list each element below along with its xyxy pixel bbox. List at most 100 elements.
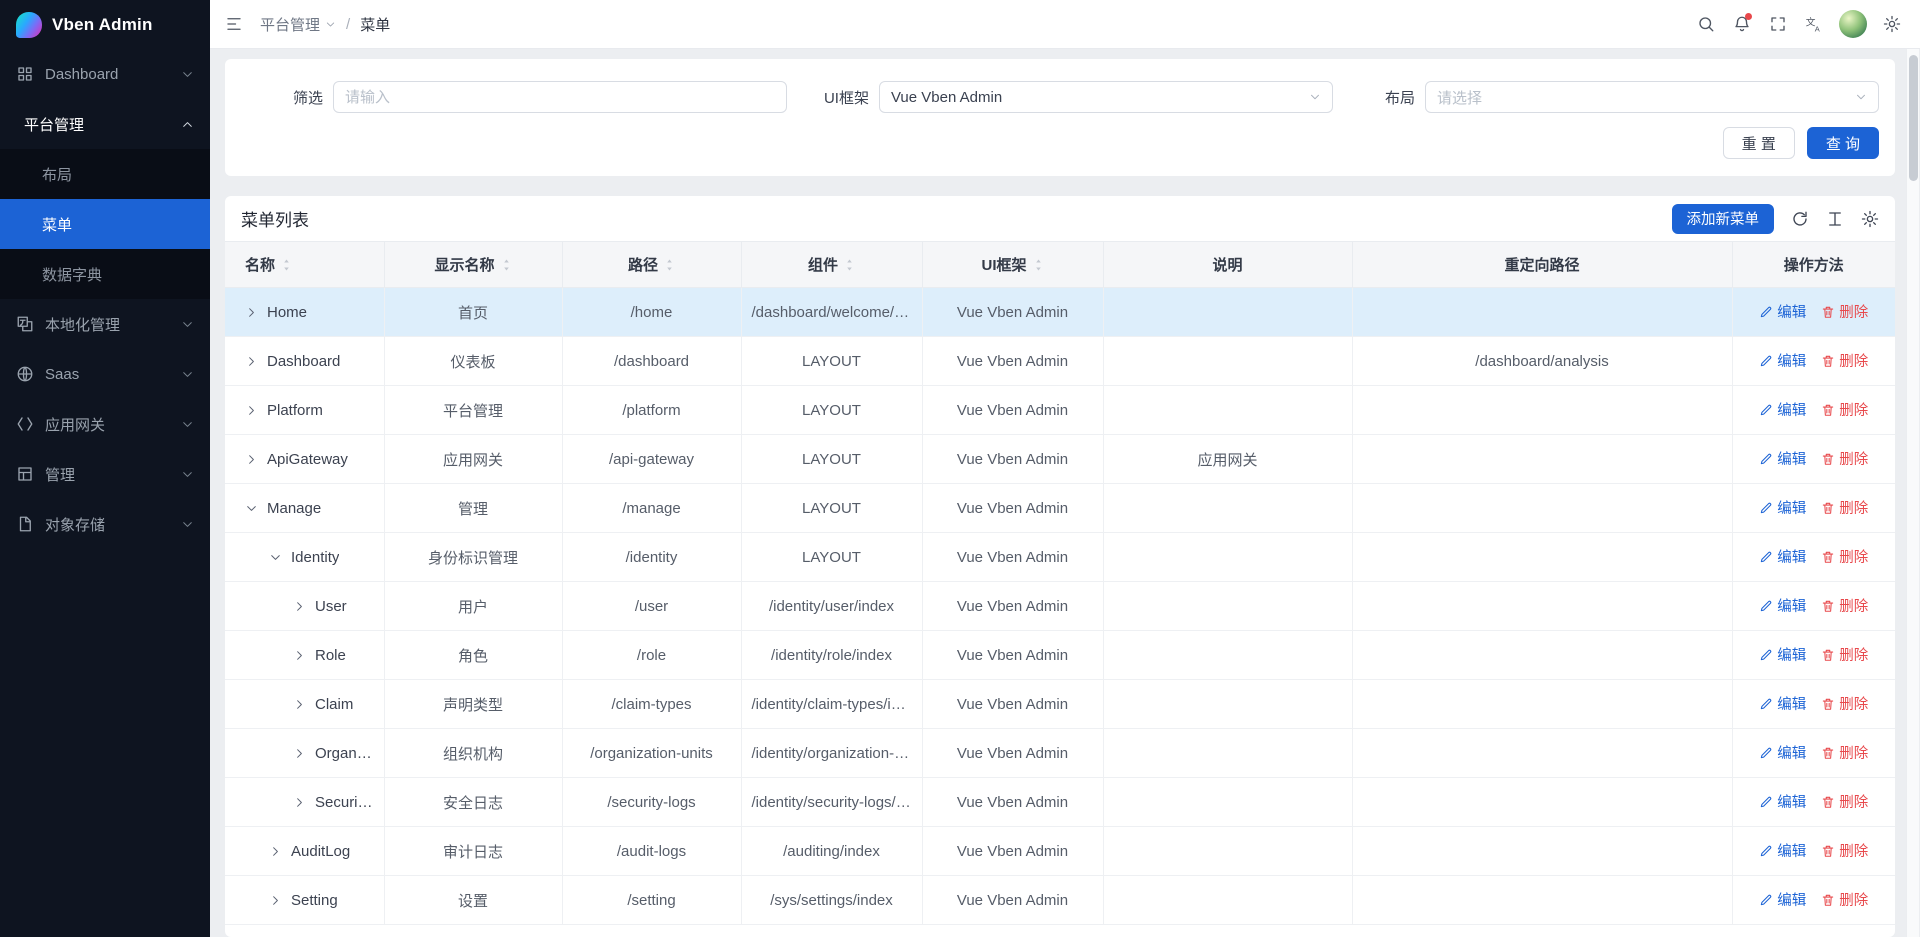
sidebar-item-layout[interactable]: 布局 bbox=[0, 149, 210, 199]
delete-button[interactable]: 删除 bbox=[1821, 693, 1868, 714]
sort-icon[interactable] bbox=[1033, 258, 1044, 272]
framework-select[interactable]: Vue Vben Admin bbox=[879, 81, 1333, 113]
chevron-right-icon[interactable] bbox=[293, 796, 306, 809]
chevron-right-icon[interactable] bbox=[293, 649, 306, 662]
delete-button[interactable]: 删除 bbox=[1821, 889, 1868, 910]
chevron-right-icon[interactable] bbox=[269, 894, 282, 907]
cell-name: Identity bbox=[225, 533, 384, 582]
row-height-icon[interactable] bbox=[1826, 210, 1844, 228]
cell-component: LAYOUT bbox=[741, 484, 922, 533]
scrollbar-thumb[interactable] bbox=[1909, 55, 1918, 181]
sidebar-item-localization[interactable]: 本地化管理 bbox=[0, 299, 210, 349]
edit-button[interactable]: 编辑 bbox=[1759, 742, 1806, 763]
delete-button[interactable]: 删除 bbox=[1821, 399, 1868, 420]
column-header-component[interactable]: 组件 bbox=[741, 242, 922, 288]
delete-button[interactable]: 删除 bbox=[1821, 301, 1868, 322]
cell-name: Setting bbox=[225, 876, 384, 925]
table-row: Identity身份标识管理/identityLAYOUTVue Vben Ad… bbox=[225, 533, 1895, 582]
sidebar-item-data-dictionary[interactable]: 数据字典 bbox=[0, 249, 210, 299]
cell-actions: 编辑删除 bbox=[1732, 533, 1895, 582]
cell-ui-framework: Vue Vben Admin bbox=[922, 778, 1103, 827]
breadcrumb-parent[interactable]: 平台管理 bbox=[260, 14, 336, 35]
column-header-display-name[interactable]: 显示名称 bbox=[384, 242, 562, 288]
cell-component: LAYOUT bbox=[741, 386, 922, 435]
search-button[interactable] bbox=[1688, 0, 1724, 49]
column-header-path[interactable]: 路径 bbox=[562, 242, 741, 288]
filter-input[interactable] bbox=[333, 81, 787, 113]
table-settings-icon[interactable] bbox=[1861, 210, 1879, 228]
cell-display-name: 安全日志 bbox=[384, 778, 562, 827]
breadcrumb-current[interactable]: 菜单 bbox=[360, 14, 390, 35]
column-header-ui-framework[interactable]: UI框架 bbox=[922, 242, 1103, 288]
chevron-right-icon[interactable] bbox=[245, 355, 258, 368]
table-row: AuditLog审计日志/audit-logs/auditing/indexVu… bbox=[225, 827, 1895, 876]
logo[interactable]: Vben Admin bbox=[0, 0, 210, 49]
chevron-right-icon[interactable] bbox=[293, 698, 306, 711]
delete-button[interactable]: 删除 bbox=[1821, 644, 1868, 665]
notifications-button[interactable] bbox=[1724, 0, 1760, 49]
edit-button[interactable]: 编辑 bbox=[1759, 448, 1806, 469]
edit-button[interactable]: 编辑 bbox=[1759, 399, 1806, 420]
sort-icon[interactable] bbox=[281, 258, 292, 272]
edit-button[interactable]: 编辑 bbox=[1759, 497, 1806, 518]
avatar[interactable] bbox=[1839, 10, 1867, 38]
cell-path: /audit-logs bbox=[562, 827, 741, 876]
edit-button[interactable]: 编辑 bbox=[1759, 644, 1806, 665]
delete-button[interactable]: 删除 bbox=[1821, 546, 1868, 567]
sort-icon[interactable] bbox=[844, 258, 855, 272]
sidebar-item-saas[interactable]: Saas bbox=[0, 349, 210, 399]
sidebar-collapse-button[interactable] bbox=[216, 0, 252, 49]
edit-button[interactable]: 编辑 bbox=[1759, 791, 1806, 812]
sort-icon[interactable] bbox=[501, 258, 512, 272]
reset-button[interactable]: 重 置 bbox=[1723, 127, 1795, 159]
edit-button[interactable]: 编辑 bbox=[1759, 301, 1806, 322]
chevron-right-icon[interactable] bbox=[293, 747, 306, 760]
cell-name: ApiGateway bbox=[225, 435, 384, 484]
chevron-right-icon[interactable] bbox=[245, 404, 258, 417]
edit-button[interactable]: 编辑 bbox=[1759, 693, 1806, 714]
delete-button[interactable]: 删除 bbox=[1821, 791, 1868, 812]
delete-button[interactable]: 删除 bbox=[1821, 595, 1868, 616]
sidebar-item-dashboard[interactable]: Dashboard bbox=[0, 49, 210, 99]
chevron-right-icon[interactable] bbox=[293, 600, 306, 613]
chevron-right-icon[interactable] bbox=[269, 845, 282, 858]
edit-button[interactable]: 编辑 bbox=[1759, 595, 1806, 616]
window-scrollbar[interactable] bbox=[1906, 49, 1919, 937]
column-header-name[interactable]: 名称 bbox=[225, 242, 384, 288]
delete-button[interactable]: 删除 bbox=[1821, 497, 1868, 518]
cell-actions: 编辑删除 bbox=[1732, 876, 1895, 925]
delete-button[interactable]: 删除 bbox=[1821, 840, 1868, 861]
delete-button[interactable]: 删除 bbox=[1821, 350, 1868, 371]
edit-button[interactable]: 编辑 bbox=[1759, 840, 1806, 861]
edit-button[interactable]: 编辑 bbox=[1759, 889, 1806, 910]
chevron-right-icon[interactable] bbox=[245, 453, 258, 466]
trash-icon bbox=[1821, 844, 1835, 858]
trash-icon bbox=[1821, 893, 1835, 907]
sort-icon[interactable] bbox=[664, 258, 675, 272]
delete-button[interactable]: 删除 bbox=[1821, 742, 1868, 763]
cell-path: /setting bbox=[562, 876, 741, 925]
chevron-down-icon[interactable] bbox=[269, 551, 282, 564]
refresh-icon[interactable] bbox=[1791, 210, 1809, 228]
add-menu-button[interactable]: 添加新菜单 bbox=[1672, 204, 1775, 234]
query-button[interactable]: 查 询 bbox=[1807, 127, 1879, 159]
edit-button[interactable]: 编辑 bbox=[1759, 350, 1806, 371]
cell-description bbox=[1103, 337, 1352, 386]
cell-ui-framework: Vue Vben Admin bbox=[922, 288, 1103, 337]
sidebar-item-platform-management[interactable]: 平台管理 bbox=[0, 99, 210, 149]
sidebar-item-api-gateway[interactable]: 应用网关 bbox=[0, 399, 210, 449]
sidebar-item-menu[interactable]: 菜单 bbox=[0, 199, 210, 249]
chevron-down-icon bbox=[1309, 91, 1321, 103]
delete-button[interactable]: 删除 bbox=[1821, 448, 1868, 469]
sidebar-item-manage[interactable]: 管理 bbox=[0, 449, 210, 499]
chevron-down-icon[interactable] bbox=[245, 502, 258, 515]
cell-path: /security-logs bbox=[562, 778, 741, 827]
pencil-icon bbox=[1759, 795, 1773, 809]
chevron-right-icon[interactable] bbox=[245, 306, 258, 319]
layout-select[interactable]: 请选择 bbox=[1425, 81, 1879, 113]
edit-button[interactable]: 编辑 bbox=[1759, 546, 1806, 567]
language-button[interactable]: 文A bbox=[1796, 0, 1832, 49]
sidebar-item-object-storage[interactable]: 对象存储 bbox=[0, 499, 210, 549]
fullscreen-button[interactable] bbox=[1760, 0, 1796, 49]
settings-button[interactable] bbox=[1874, 0, 1910, 49]
